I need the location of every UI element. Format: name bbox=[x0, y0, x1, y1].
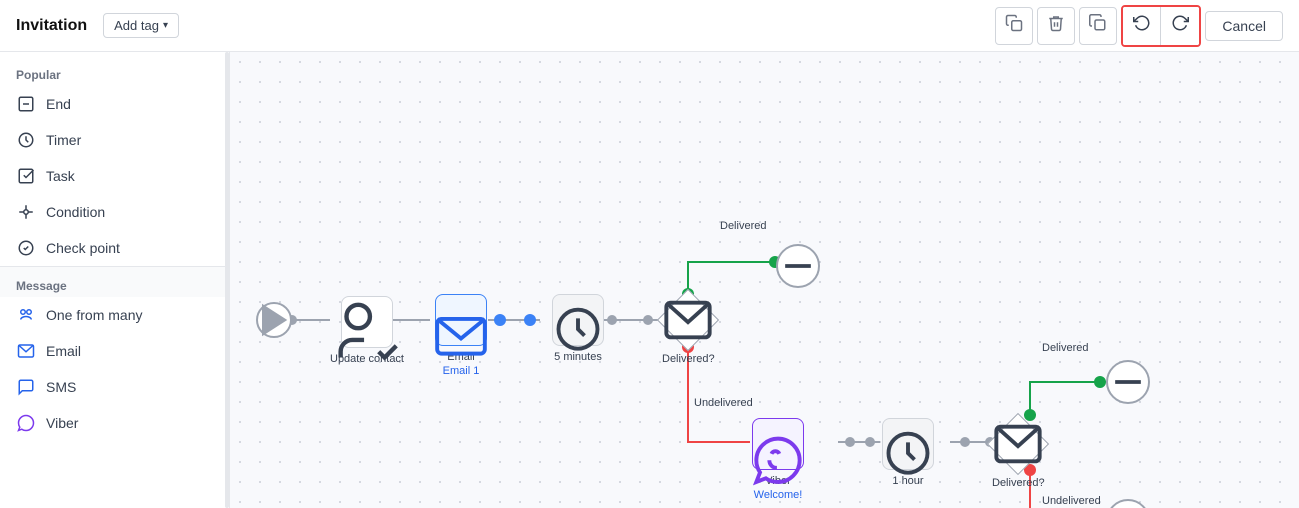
end-icon bbox=[16, 94, 36, 114]
delete-button[interactable] bbox=[1037, 7, 1075, 45]
endcap1-shape bbox=[776, 244, 820, 288]
endcap3-node[interactable] bbox=[1106, 499, 1150, 508]
timer1-label: 5 minutes bbox=[554, 350, 602, 364]
delete-icon bbox=[1047, 14, 1065, 37]
sms-icon bbox=[16, 377, 36, 397]
endcap2-node[interactable] bbox=[1106, 360, 1150, 404]
endcap1-node[interactable] bbox=[776, 244, 820, 288]
endcap3-shape bbox=[1106, 499, 1150, 508]
sidebar-item-viber[interactable]: Viber bbox=[0, 405, 229, 441]
sidebar-item-checkpoint[interactable]: Check point bbox=[0, 230, 229, 266]
message-section-title: Message bbox=[0, 266, 229, 297]
page-title: Invitation bbox=[16, 17, 87, 35]
undelivered-label-1: Undelivered bbox=[694, 397, 753, 409]
canvas[interactable]: Update contact Email Email 1 5 minutes D… bbox=[230, 52, 1299, 508]
copy-icon bbox=[1005, 14, 1023, 37]
start-node-shape bbox=[256, 302, 292, 338]
delivered-label-2: Delivered bbox=[1042, 342, 1088, 354]
add-tag-button[interactable]: Add tag ▾ bbox=[103, 13, 179, 38]
condition-icon bbox=[16, 202, 36, 222]
viber-icon bbox=[16, 413, 36, 433]
viber1-shape bbox=[752, 418, 804, 470]
duplicate-button[interactable] bbox=[1079, 7, 1117, 45]
timer-icon bbox=[16, 130, 36, 150]
redo-button[interactable] bbox=[1161, 7, 1199, 45]
condition-label: Condition bbox=[46, 204, 105, 220]
sidebar-item-sms[interactable]: SMS bbox=[0, 369, 229, 405]
delivered-label-1: Delivered bbox=[720, 220, 766, 232]
sidebar-item-condition[interactable]: Condition bbox=[0, 194, 229, 230]
timer1-shape bbox=[552, 294, 604, 346]
sidebar-item-onefrommany[interactable]: One from many bbox=[0, 297, 229, 333]
sidebar-item-task[interactable]: Task bbox=[0, 158, 229, 194]
sidebar-item-timer[interactable]: Timer bbox=[0, 122, 229, 158]
diamond1-label: Delivered? bbox=[662, 352, 715, 366]
timer1-node[interactable]: 5 minutes bbox=[552, 294, 604, 364]
email-icon bbox=[16, 341, 36, 361]
header: Invitation Add tag ▾ bbox=[0, 0, 1299, 52]
timer2-label: 1 hour bbox=[892, 474, 923, 488]
onefrommany-icon bbox=[16, 305, 36, 325]
popular-section-title: Popular bbox=[0, 60, 229, 86]
timer2-node[interactable]: 1 hour bbox=[882, 418, 934, 488]
cancel-button[interactable]: Cancel bbox=[1205, 11, 1283, 41]
email1-node[interactable]: Email Email 1 bbox=[435, 294, 487, 379]
add-tag-label: Add tag bbox=[114, 18, 159, 33]
task-label: Task bbox=[46, 168, 75, 184]
diamond1-node[interactable]: Delivered? bbox=[662, 294, 715, 366]
undo-redo-group bbox=[1121, 5, 1201, 47]
timer-label: Timer bbox=[46, 132, 81, 148]
viber-label: Viber bbox=[46, 415, 78, 431]
task-icon bbox=[16, 166, 36, 186]
viber1-label: Viber Welcome! bbox=[754, 474, 803, 503]
sms-label: SMS bbox=[46, 379, 76, 395]
undelivered-label-2: Undelivered bbox=[1042, 495, 1101, 507]
main-area: Popular End Timer Task Condition bbox=[0, 52, 1299, 508]
sidebar-item-end[interactable]: End bbox=[0, 86, 229, 122]
start-node[interactable] bbox=[256, 302, 292, 338]
email-label: Email bbox=[46, 343, 81, 359]
update-contact-label: Update contact bbox=[330, 352, 404, 366]
redo-icon bbox=[1171, 14, 1189, 37]
email1-shape bbox=[435, 294, 487, 346]
update-contact-shape bbox=[341, 296, 393, 348]
email1-label: Email Email 1 bbox=[443, 350, 480, 379]
onefrommany-label: One from many bbox=[46, 307, 142, 323]
sidebar-scrollbar[interactable] bbox=[225, 52, 229, 508]
undo-icon bbox=[1133, 14, 1151, 37]
duplicate-icon bbox=[1089, 14, 1107, 37]
update-contact-node[interactable]: Update contact bbox=[330, 296, 404, 366]
checkpoint-label: Check point bbox=[46, 240, 120, 256]
checkpoint-icon bbox=[16, 238, 36, 258]
endcap2-shape bbox=[1106, 360, 1150, 404]
viber1-node[interactable]: Viber Welcome! bbox=[752, 418, 804, 503]
header-actions: Cancel bbox=[995, 5, 1283, 47]
sidebar: Popular End Timer Task Condition bbox=[0, 52, 230, 508]
sidebar-item-email[interactable]: Email bbox=[0, 333, 229, 369]
undo-button[interactable] bbox=[1123, 7, 1161, 45]
end-label: End bbox=[46, 96, 71, 112]
chevron-down-icon: ▾ bbox=[163, 20, 168, 31]
diamond2-node[interactable]: Delivered? bbox=[992, 418, 1045, 490]
diamond2-label: Delivered? bbox=[992, 476, 1045, 490]
timer2-shape bbox=[882, 418, 934, 470]
copy-button[interactable] bbox=[995, 7, 1033, 45]
